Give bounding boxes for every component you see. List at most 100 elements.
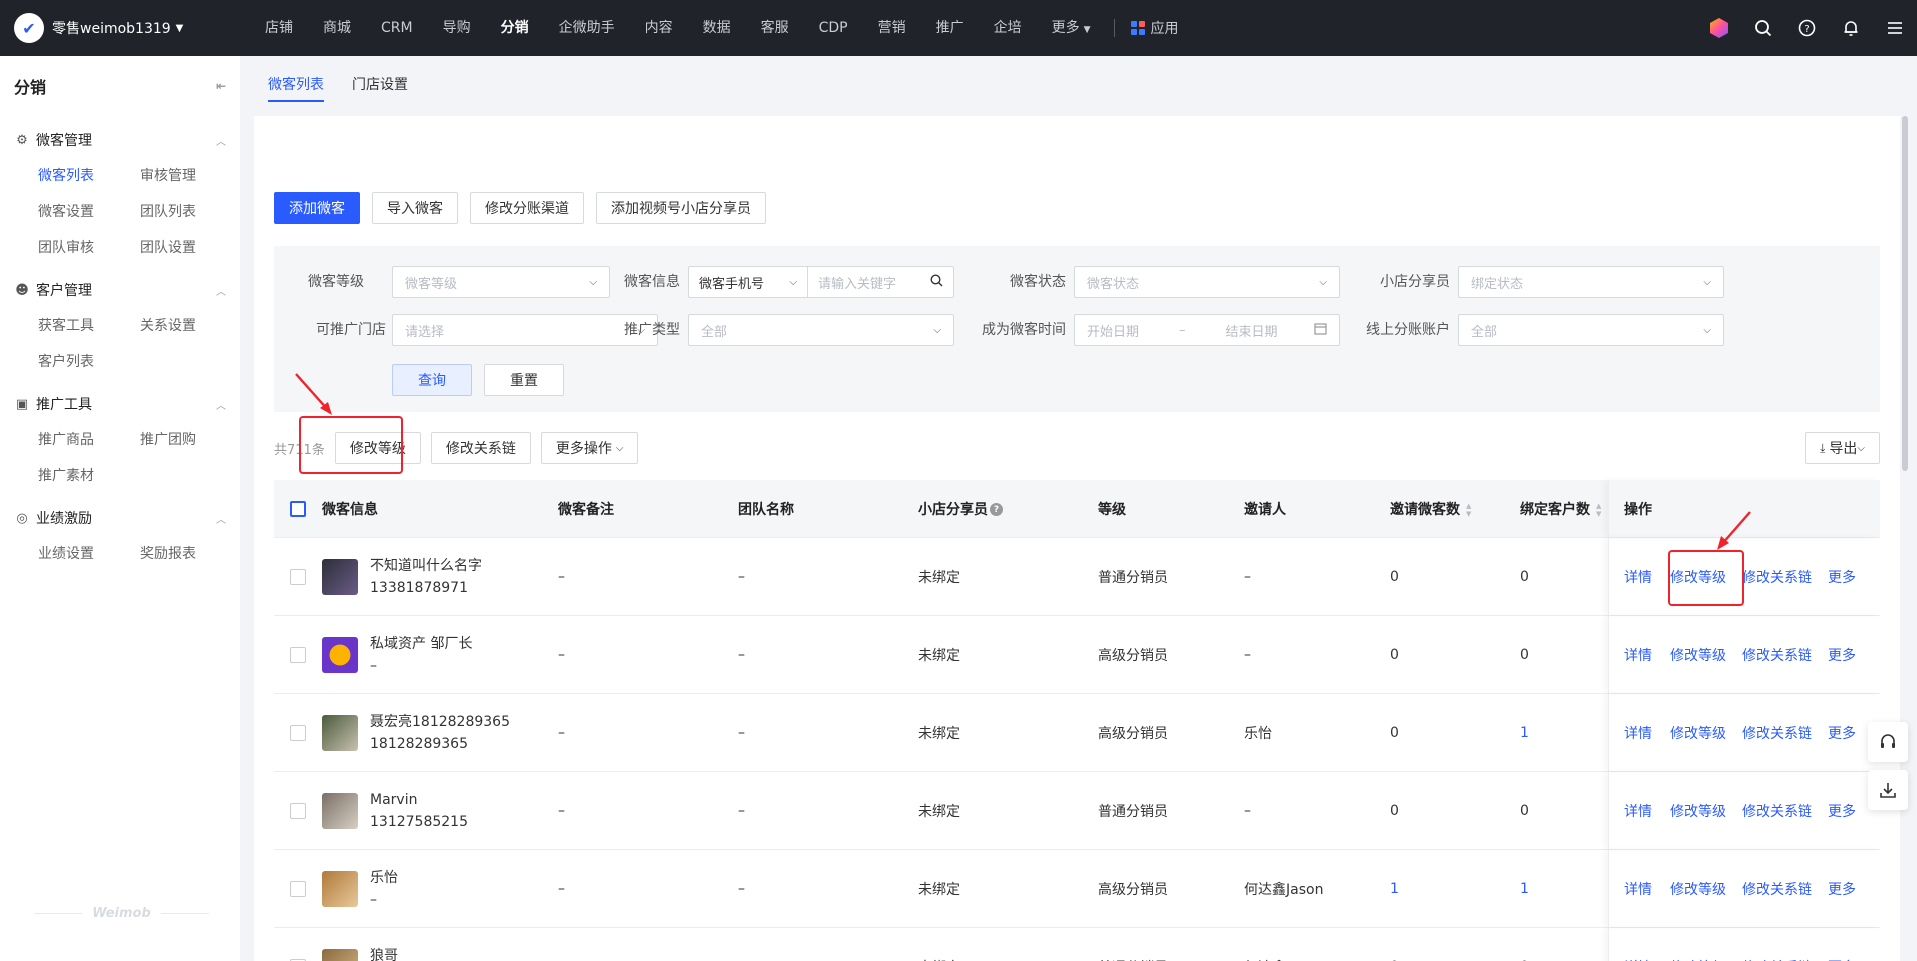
bound-cell[interactable]: 1 bbox=[1520, 881, 1529, 897]
detail-link[interactable]: 详情 bbox=[1624, 567, 1652, 587]
nav-item-11[interactable]: 推广 bbox=[921, 0, 979, 56]
import-distributor-button[interactable]: 导入微客 bbox=[372, 192, 458, 224]
col-invites[interactable]: 邀请微客数 ▲ ▼ bbox=[1390, 499, 1471, 519]
row-checkbox[interactable] bbox=[290, 802, 306, 819]
row-checkbox[interactable] bbox=[290, 724, 306, 741]
detail-link[interactable]: 详情 bbox=[1624, 957, 1652, 961]
edit-level-link[interactable]: 修改等级 bbox=[1670, 879, 1726, 899]
level-select[interactable]: 微客等级 ⌵ bbox=[392, 266, 610, 298]
ai-assistant-icon[interactable] bbox=[1697, 0, 1741, 56]
more-link[interactable]: 更多 bbox=[1828, 957, 1856, 961]
query-button[interactable]: 查询 bbox=[392, 364, 472, 396]
edit-level-link[interactable]: 修改等级 bbox=[1670, 645, 1726, 665]
sidebar-item[interactable]: 获客工具 bbox=[38, 308, 140, 344]
more-link[interactable]: 更多 bbox=[1828, 567, 1856, 587]
nav-app-button[interactable]: 应用 bbox=[1123, 18, 1187, 38]
nav-item-13[interactable]: 更多 ▼ bbox=[1037, 0, 1106, 56]
sidebar-item[interactable]: 关系设置 bbox=[140, 308, 242, 344]
sidebar-item[interactable]: 推广团购 bbox=[140, 422, 242, 458]
bell-icon[interactable] bbox=[1829, 0, 1873, 56]
menu-icon[interactable] bbox=[1873, 0, 1917, 56]
sidebar-item[interactable]: 客户列表 bbox=[38, 344, 140, 380]
sidebar-item[interactable]: 微客列表 bbox=[38, 158, 140, 194]
sidebar-group-3[interactable]: ◎ 业绩激励 ︿ bbox=[0, 500, 240, 536]
nav-item-2[interactable]: CRM bbox=[366, 0, 428, 56]
download-center-icon[interactable] bbox=[1868, 770, 1908, 810]
date-range-picker[interactable]: 开始日期 – 结束日期 bbox=[1074, 314, 1340, 346]
nav-item-0[interactable]: 店铺 bbox=[250, 0, 308, 56]
sidebar-item[interactable]: 团队列表 bbox=[140, 194, 242, 230]
account-select[interactable]: 全部 ⌵ bbox=[1458, 314, 1724, 346]
detail-link[interactable]: 详情 bbox=[1624, 723, 1652, 743]
sidebar-item[interactable]: 推广商品 bbox=[38, 422, 140, 458]
edit-relation-link[interactable]: 修改关系链 bbox=[1742, 645, 1812, 665]
status-select[interactable]: 微客状态 ⌵ bbox=[1074, 266, 1340, 298]
sidebar-item[interactable]: 审核管理 bbox=[140, 158, 242, 194]
select-all-checkbox[interactable] bbox=[290, 500, 306, 517]
help-icon[interactable]: ? bbox=[990, 503, 1003, 516]
edit-relation-link[interactable]: 修改关系链 bbox=[1742, 567, 1812, 587]
sidebar-item[interactable]: 团队审核 bbox=[38, 230, 140, 266]
row-checkbox[interactable] bbox=[290, 646, 306, 663]
remark-cell: – bbox=[558, 568, 565, 585]
help-icon[interactable]: ? bbox=[1785, 0, 1829, 56]
nav-item-5[interactable]: 企微助手 bbox=[544, 0, 630, 56]
sidebar-group-1[interactable]: ☻ 客户管理 ︿ bbox=[0, 272, 240, 308]
level-cell: 高级分销员 bbox=[1098, 881, 1168, 898]
search-icon[interactable] bbox=[1741, 0, 1785, 56]
detail-link[interactable]: 详情 bbox=[1624, 801, 1652, 821]
nav-item-8[interactable]: 客服 bbox=[746, 0, 804, 56]
more-link[interactable]: 更多 bbox=[1828, 645, 1856, 665]
batch-edit-relation-button[interactable]: 修改关系链 bbox=[430, 432, 531, 464]
sharer-select[interactable]: 绑定状态 ⌵ bbox=[1458, 266, 1724, 298]
customer-service-icon[interactable] bbox=[1868, 722, 1908, 762]
nav-item-6[interactable]: 内容 bbox=[630, 0, 688, 56]
detail-link[interactable]: 详情 bbox=[1624, 645, 1652, 665]
more-link[interactable]: 更多 bbox=[1828, 879, 1856, 899]
row-checkbox[interactable] bbox=[290, 568, 306, 585]
sidebar-group-2[interactable]: ▣ 推广工具 ︿ bbox=[0, 386, 240, 422]
edit-split-channel-button[interactable]: 修改分账渠道 bbox=[470, 192, 584, 224]
sidebar-item[interactable]: 推广素材 bbox=[38, 458, 140, 494]
nav-item-1[interactable]: 商城 bbox=[308, 0, 366, 56]
edit-relation-link[interactable]: 修改关系链 bbox=[1742, 723, 1812, 743]
sidebar-item[interactable]: 团队设置 bbox=[140, 230, 242, 266]
row-checkbox[interactable] bbox=[290, 880, 306, 897]
edit-relation-link[interactable]: 修改关系链 bbox=[1742, 879, 1812, 899]
nav-item-4[interactable]: 分销 bbox=[486, 0, 544, 56]
nav-item-12[interactable]: 企培 bbox=[979, 0, 1037, 56]
add-distributor-button[interactable]: 添加微客 bbox=[274, 192, 360, 224]
tab-distributor-list[interactable]: 微客列表 bbox=[254, 56, 338, 114]
nav-item-3[interactable]: 导购 bbox=[428, 0, 486, 56]
edit-relation-link[interactable]: 修改关系链 bbox=[1742, 957, 1812, 961]
more-operations-dropdown[interactable]: 更多操作 ⌵ bbox=[540, 432, 639, 464]
promo-type-select[interactable]: 全部 ⌵ bbox=[688, 314, 954, 346]
col-bound[interactable]: 绑定客户数 ▲ ▼ bbox=[1520, 499, 1601, 519]
collapse-sidebar-icon[interactable]: ⇤ bbox=[216, 79, 226, 93]
invites-cell[interactable]: 1 bbox=[1390, 881, 1399, 897]
export-button[interactable]: ⤓ 导出 ⌵ bbox=[1805, 432, 1880, 464]
sidebar-item[interactable]: 奖励报表 bbox=[140, 536, 242, 572]
more-link[interactable]: 更多 bbox=[1828, 723, 1856, 743]
edit-level-link[interactable]: 修改等级 bbox=[1670, 801, 1726, 821]
search-icon[interactable] bbox=[930, 273, 943, 291]
page-scrollbar[interactable] bbox=[1902, 116, 1908, 471]
reset-button[interactable]: 重置 bbox=[484, 364, 564, 396]
info-type-select[interactable]: 微客手机号 ⌵ bbox=[689, 273, 807, 292]
keyword-input[interactable]: 请输入关键字 bbox=[808, 273, 953, 292]
bound-cell[interactable]: 1 bbox=[1520, 725, 1529, 741]
sidebar-group-0[interactable]: ⚙ 微客管理 ︿ bbox=[0, 122, 240, 158]
tab-store-settings[interactable]: 门店设置 bbox=[338, 56, 422, 114]
brand-switcher[interactable]: ✔ 零售weimob1319 ▼ bbox=[0, 13, 250, 43]
nav-item-7[interactable]: 数据 bbox=[688, 0, 746, 56]
add-video-sharer-button[interactable]: 添加视频号小店分享员 bbox=[596, 192, 766, 224]
nav-item-10[interactable]: 营销 bbox=[863, 0, 921, 56]
more-link[interactable]: 更多 bbox=[1828, 801, 1856, 821]
edit-relation-link[interactable]: 修改关系链 bbox=[1742, 801, 1812, 821]
edit-level-link[interactable]: 修改等级 bbox=[1670, 723, 1726, 743]
sidebar-item[interactable]: 业绩设置 bbox=[38, 536, 140, 572]
nav-item-9[interactable]: CDP bbox=[804, 0, 863, 56]
sidebar-item[interactable]: 微客设置 bbox=[38, 194, 140, 230]
detail-link[interactable]: 详情 bbox=[1624, 879, 1652, 899]
edit-level-link[interactable]: 修改等级 bbox=[1670, 957, 1726, 961]
